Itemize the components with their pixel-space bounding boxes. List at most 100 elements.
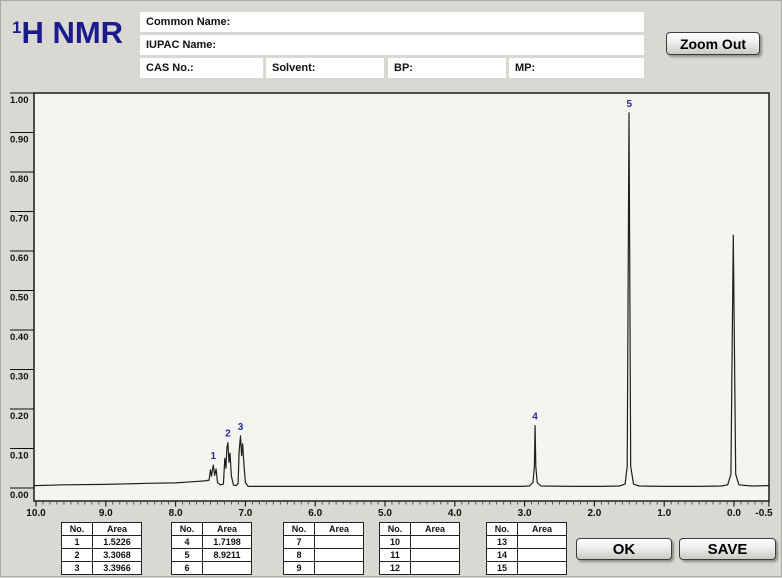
spectrum-chart: 1.00 0.90 0.80 0.70 0.60 0.50 0.40 0.30 0.20 0.10… <box>10 92 773 519</box>
table-cell-area: 3.3966 <box>92 561 142 575</box>
table-cell-no: 11 <box>379 548 411 562</box>
table-cell-no: 2 <box>61 548 93 562</box>
table-header-area: Area <box>517 522 567 536</box>
y-axis-label: 0.40 <box>10 332 29 343</box>
y-axis-label: 0.60 <box>10 253 29 264</box>
y-axis-label: 0.00 <box>10 490 29 501</box>
table-cell-area: 8.9211 <box>202 548 252 562</box>
table-cell-no: 12 <box>379 561 411 575</box>
x-axis-label: 5.0 <box>378 508 392 519</box>
table-header-area: Area <box>410 522 460 536</box>
y-axis-label: 0.50 <box>10 293 29 304</box>
y-axis-label: 0.30 <box>10 372 29 383</box>
table-cell-no: 3 <box>61 561 93 575</box>
table-cell-area <box>517 548 567 562</box>
y-axis-label: 0.80 <box>10 174 29 185</box>
y-axis-label: 0.20 <box>10 411 29 422</box>
peak-area-table-4: No. Area 10 11 12 <box>379 522 460 575</box>
solvent-label: Solvent: <box>272 62 316 74</box>
table-cell-no: 6 <box>171 561 203 575</box>
table-row: 12 <box>379 561 460 575</box>
peak-area-table-5: No. Area 13 14 15 <box>486 522 567 575</box>
table-header-area: Area <box>314 522 364 536</box>
table-header-area: Area <box>92 522 142 536</box>
table-header-no: No. <box>61 522 93 536</box>
y-axis-label: 0.10 <box>10 451 29 462</box>
table-cell-area: 1.7198 <box>202 535 252 549</box>
table-row: 8 <box>283 548 364 562</box>
table-cell-no: 10 <box>379 535 411 549</box>
common-name-label: Common Name: <box>146 16 231 28</box>
table-row: 6 <box>171 561 252 575</box>
x-axis-label: 1.0 <box>657 508 671 519</box>
cas-no-label: CAS No.: <box>146 62 194 74</box>
table-cell-no: 5 <box>171 548 203 562</box>
table-cell-no: 8 <box>283 548 315 562</box>
common-name-field[interactable]: Common Name: <box>140 12 644 32</box>
table-header-no: No. <box>283 522 315 536</box>
table-cell-area <box>410 548 460 562</box>
solvent-field[interactable]: Solvent: <box>266 58 384 78</box>
table-cell-area <box>410 535 460 549</box>
table-cell-area <box>517 535 567 549</box>
table-row: 1 1.5226 <box>61 535 142 549</box>
iupac-name-label: IUPAC Name: <box>146 39 217 51</box>
y-axis-label: 0.90 <box>10 135 29 146</box>
table-cell-area <box>517 561 567 575</box>
table-header-no: No. <box>379 522 411 536</box>
table-row: 5 8.9211 <box>171 548 252 562</box>
table-cell-area: 1.5226 <box>92 535 142 549</box>
table-cell-no: 9 <box>283 561 315 575</box>
x-axis-label: 2.0 <box>587 508 601 519</box>
x-axis-label: -0.5 <box>755 508 773 519</box>
table-cell-area: 3.3068 <box>92 548 142 562</box>
x-axis-label: 3.0 <box>518 508 532 519</box>
mp-label: MP: <box>515 62 536 74</box>
y-axis-label: 1.00 <box>10 95 29 106</box>
peak-label-2: 2 <box>225 429 231 440</box>
peak-area-table-1: No. Area 1 1.5226 2 3.3068 3 3.3966 <box>61 522 142 575</box>
bp-field[interactable]: BP: <box>388 58 506 78</box>
app-title: 1H NMR <box>12 17 123 48</box>
peak-label-5: 5 <box>627 99 633 110</box>
zoom-out-button[interactable]: Zoom Out <box>666 32 760 55</box>
table-row: 7 <box>283 535 364 549</box>
table-cell-no: 4 <box>171 535 203 549</box>
peak-area-table-2: No. Area 4 1.7198 5 8.9211 6 <box>171 522 252 575</box>
peak-label-4: 4 <box>532 412 538 423</box>
table-row: 13 <box>486 535 567 549</box>
x-axis-label: 7.0 <box>238 508 252 519</box>
table-row: 9 <box>283 561 364 575</box>
save-button[interactable]: SAVE <box>679 538 776 560</box>
table-cell-area <box>410 561 460 575</box>
peak-label-1: 1 <box>211 451 217 462</box>
mp-field[interactable]: MP: <box>509 58 644 78</box>
table-row: 4 1.7198 <box>171 535 252 549</box>
app-title-text: H NMR <box>21 15 124 50</box>
cas-no-field[interactable]: CAS No.: <box>140 58 263 78</box>
table-row: 14 <box>486 548 567 562</box>
table-header-no: No. <box>486 522 518 536</box>
x-axis-label: 4.0 <box>448 508 462 519</box>
table-cell-no: 15 <box>486 561 518 575</box>
table-cell-area <box>314 535 364 549</box>
nmr-viewer-window: { "app": { "title_sup": "1", "title_main… <box>0 0 782 577</box>
table-cell-no: 13 <box>486 535 518 549</box>
x-axis-label: 9.0 <box>99 508 113 519</box>
x-axis-label: 10.0 <box>26 508 46 519</box>
x-axis-label: 0.0 <box>727 508 741 519</box>
plot-area[interactable] <box>33 92 770 502</box>
table-cell-no: 14 <box>486 548 518 562</box>
table-cell-no: 1 <box>61 535 93 549</box>
iupac-name-field[interactable]: IUPAC Name: <box>140 35 644 55</box>
ok-button[interactable]: OK <box>576 538 672 560</box>
bp-label: BP: <box>394 62 413 74</box>
table-row: 15 <box>486 561 567 575</box>
table-header-area: Area <box>202 522 252 536</box>
table-row: 2 3.3068 <box>61 548 142 562</box>
table-row: 11 <box>379 548 460 562</box>
x-axis-label: 6.0 <box>308 508 322 519</box>
x-axis-label: 8.0 <box>169 508 183 519</box>
table-row: 3 3.3966 <box>61 561 142 575</box>
table-header-no: No. <box>171 522 203 536</box>
